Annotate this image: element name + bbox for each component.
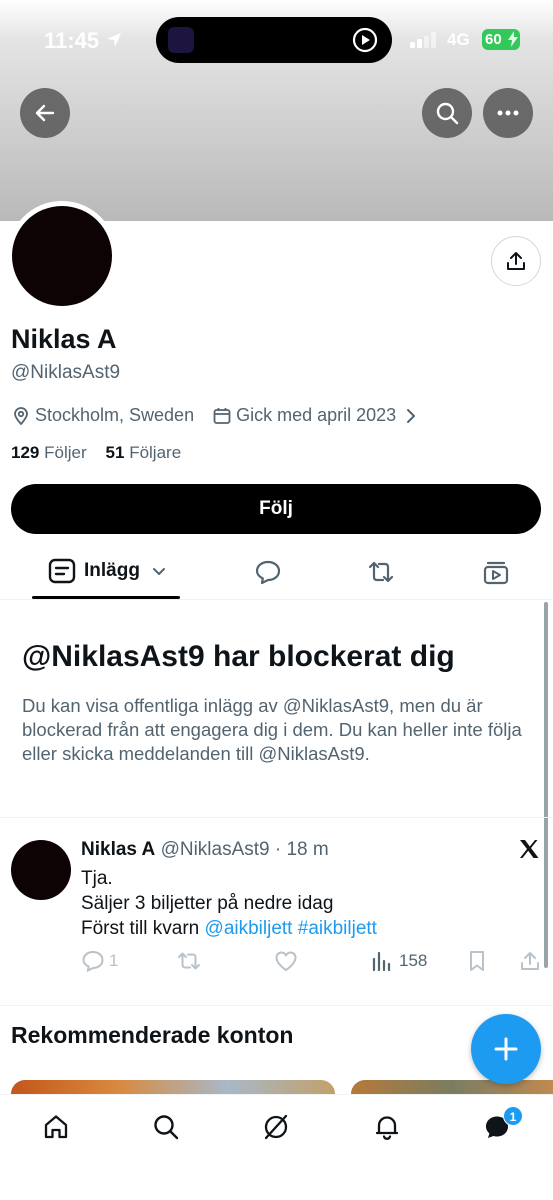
replies-tab-icon[interactable] [254, 559, 282, 585]
repost-icon [178, 952, 200, 970]
tweet-actions: 1 158 [81, 950, 541, 976]
signal-icon [410, 32, 436, 48]
tab-posts[interactable]: Inlägg [48, 558, 176, 584]
charging-bolt-icon [508, 31, 518, 47]
calendar-icon [213, 407, 231, 424]
avatar-image [12, 206, 112, 306]
messages-badge: 1 [503, 1106, 523, 1126]
profile-name: Niklas A [11, 324, 117, 354]
scrollbar[interactable] [544, 602, 548, 968]
follow-stats: 129 Följer 51 Följare [11, 443, 181, 463]
bottom-navigation [0, 1094, 553, 1200]
repost-button[interactable] [176, 950, 202, 972]
share-icon [507, 252, 525, 270]
location-arrow-icon [107, 33, 121, 47]
tweet-header: Niklas A @NiklasAst9 · 18 m [81, 839, 329, 861]
battery-level: 60 [485, 31, 502, 48]
compose-button[interactable] [471, 1014, 541, 1084]
tab-posts-label: Inlägg [84, 560, 140, 581]
mention-link[interactable]: @aikbiljett [205, 918, 293, 939]
status-bar: 11:45 4G 60 [0, 0, 553, 84]
chevron-down-icon [152, 568, 165, 575]
views-button[interactable]: 158 [371, 950, 427, 972]
reply-count: 1 [109, 951, 119, 970]
follow-button[interactable]: Följ [11, 484, 541, 534]
profile-meta: Stockholm, Sweden Gick med april 2023 [11, 405, 424, 426]
views-icon [372, 951, 391, 972]
network-type: 4G [447, 30, 470, 49]
x-logo-icon [520, 840, 539, 858]
views-count: 158 [399, 951, 428, 970]
share-icon [521, 952, 539, 970]
profile-joined: Gick med april 2023 [236, 405, 397, 425]
share-button[interactable] [491, 236, 541, 286]
profile-handle: @NiklasAst9 [11, 362, 121, 383]
search-icon[interactable] [152, 1113, 180, 1141]
reply-button[interactable]: 1 [81, 950, 118, 972]
active-tab-indicator [32, 596, 180, 599]
tweet-author[interactable]: Niklas A [81, 839, 155, 860]
profile-location: Stockholm, Sweden [35, 405, 195, 425]
search-button[interactable] [422, 88, 472, 138]
arrow-left-icon [35, 104, 55, 122]
media-tab-icon[interactable] [482, 559, 510, 585]
chevron-right-icon[interactable] [402, 407, 420, 425]
recommended-title: Rekommenderade konton [11, 1022, 294, 1048]
divider [0, 817, 553, 818]
divider [0, 1005, 553, 1006]
hashtag-link[interactable]: #aikbiljett [298, 918, 377, 939]
location-pin-icon [14, 406, 28, 425]
more-button[interactable] [483, 88, 533, 138]
tweet-line: Först till kvarn @aikbiljett #aikbiljett [81, 918, 377, 939]
tweet-avatar[interactable] [11, 840, 71, 900]
profile-avatar[interactable] [7, 201, 117, 311]
heart-icon [275, 951, 297, 972]
plus-icon [494, 1037, 518, 1061]
tweet-body: Tja. Säljer 3 biljetter på nedre idag Fö… [81, 866, 377, 941]
dynamic-island [156, 17, 392, 63]
following-link[interactable]: 129 Följer [11, 443, 87, 462]
play-circle-icon [352, 27, 378, 53]
like-button[interactable] [274, 950, 298, 972]
grok-icon[interactable] [262, 1113, 290, 1141]
reposts-tab-icon[interactable] [366, 559, 396, 585]
bookmark-button[interactable] [467, 950, 487, 972]
bookmark-icon [470, 951, 484, 971]
reply-icon [82, 950, 104, 972]
app-thumbnail-icon [168, 27, 194, 53]
tweet-line: Säljer 3 biljetter på nedre idag [81, 893, 334, 914]
more-icon [497, 110, 519, 116]
blocked-text: Du kan visa offentliga inlägg av @Niklas… [22, 695, 522, 764]
home-icon[interactable] [42, 1113, 70, 1141]
blocked-title: @NiklasAst9 har blockerat dig [22, 640, 455, 673]
share-tweet-button[interactable] [519, 950, 541, 972]
search-icon [436, 102, 459, 125]
status-time: 11:45 [44, 28, 100, 53]
profile-tabs: Inlägg [0, 548, 553, 600]
tweet-handle-time: @NiklasAst9 · 18 m [160, 839, 329, 860]
tweet-line: Tja. [81, 868, 113, 889]
notifications-bell-icon[interactable] [373, 1113, 401, 1141]
battery-indicator: 60 [482, 29, 520, 50]
back-button[interactable] [20, 88, 70, 138]
posts-icon [48, 558, 76, 584]
followers-link[interactable]: 51 Följare [106, 443, 182, 462]
